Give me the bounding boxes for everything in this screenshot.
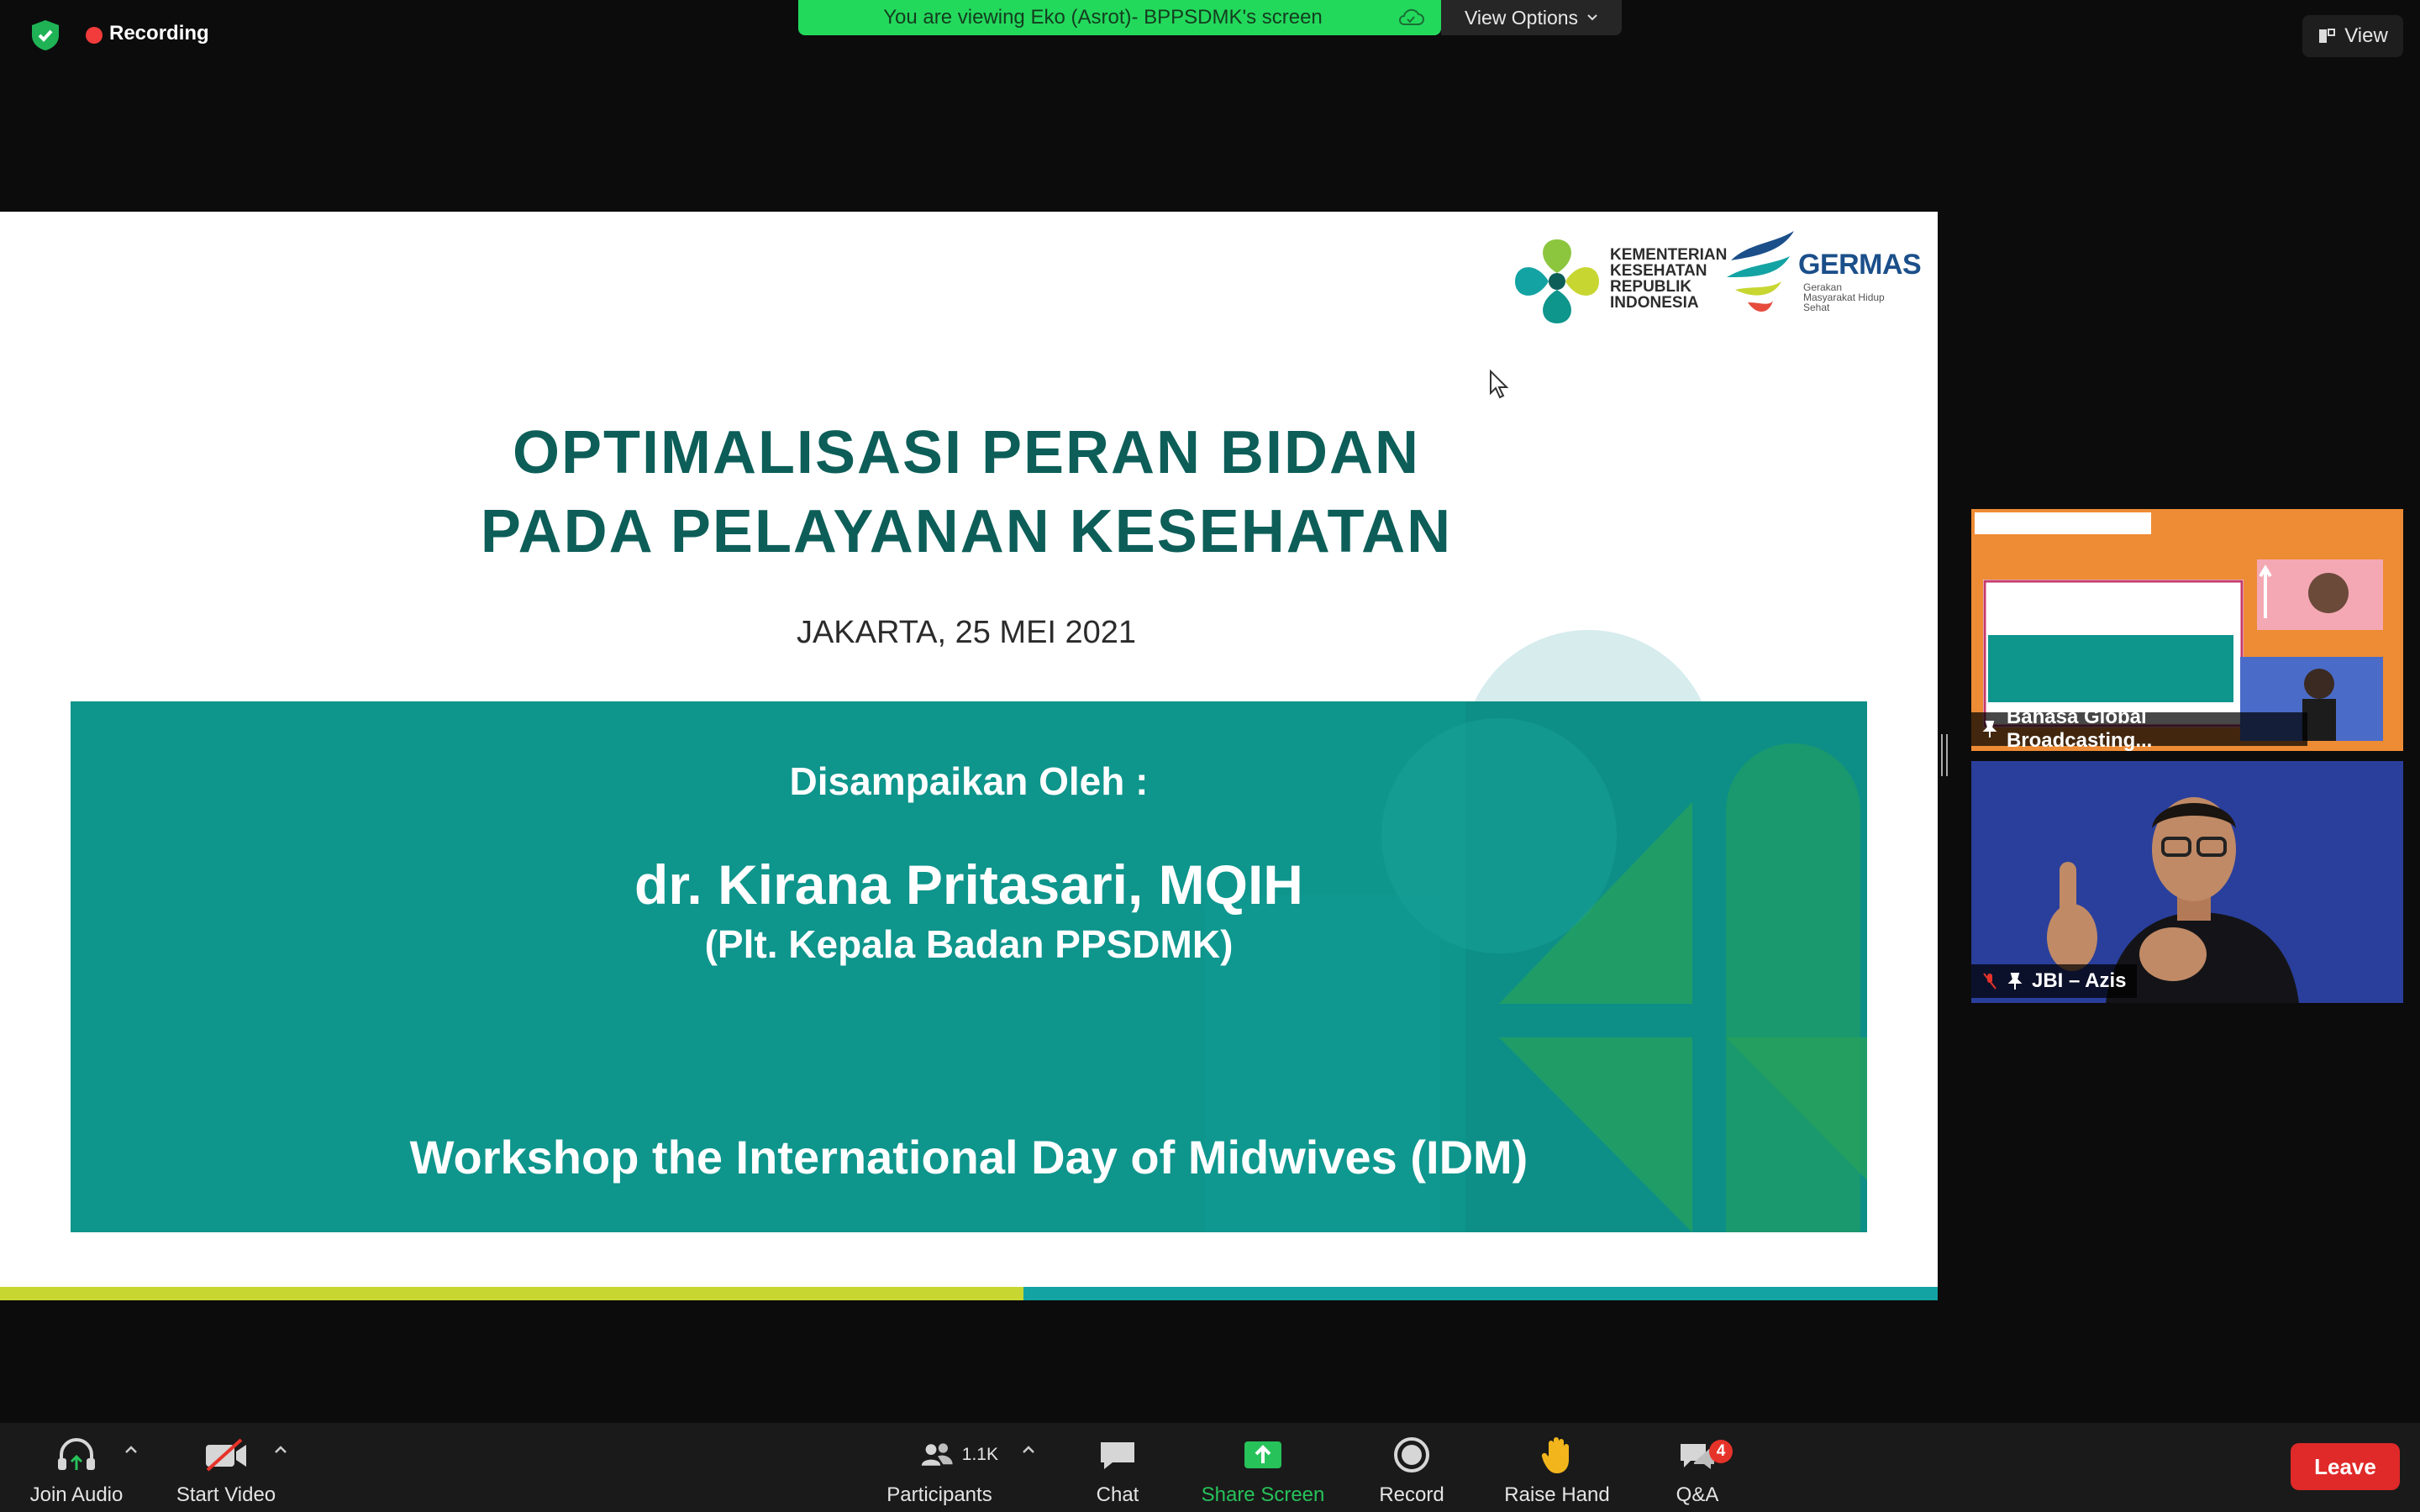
join-audio-label: Join Audio (29, 1483, 124, 1506)
participant-video-tile[interactable]: Bahasa Global Broadcasting... (1971, 509, 2403, 751)
participant-name: Bahasa Global Broadcasting... (2006, 706, 2153, 751)
participants-icon (921, 1443, 953, 1466)
participants-button[interactable]: 1.1K Participants (874, 1423, 1005, 1512)
presented-by-label: Disampaikan Oleh : (789, 759, 1149, 803)
slide-footer-bar-yellow (0, 1287, 1023, 1300)
slide-title: OPTIMALISASI PERAN BIDAN PADA PELAYANAN … (0, 413, 1933, 571)
participant-video-tile[interactable]: JBI – Azis (1971, 761, 2403, 1003)
speaker-name: dr. Kirana Pritasari, MQIH (634, 853, 1303, 916)
video-camera-off-icon (206, 1438, 246, 1472)
chat-bubble-icon (1101, 1442, 1134, 1469)
ministry-of-health-logo (1515, 239, 1599, 323)
qa-label: Q&A (1676, 1483, 1719, 1506)
germas-logo-text: GERMAS (1798, 249, 1922, 281)
germas-subtitle: Gerakan Masyarakat Hidup Sehat (1803, 281, 1885, 313)
share-screen-button[interactable]: Share Screen (1193, 1423, 1333, 1512)
start-video-label: Start Video (176, 1483, 276, 1506)
participant-name-tag: Bahasa Global Broadcasting... (1971, 706, 2307, 751)
viewing-screen-banner: You are viewing Eko (Asrot)- BPPSDMK's s… (798, 0, 1441, 35)
participant-name-tag: JBI – Azis (1971, 964, 2137, 998)
view-layout-button[interactable]: View (2302, 15, 2403, 57)
raise-hand-button[interactable]: Raise Hand (1494, 1423, 1620, 1512)
security-shield-icon[interactable] (25, 18, 66, 52)
chat-button[interactable]: Chat (1084, 1423, 1151, 1512)
event-title: Workshop the International Day of Midwiv… (409, 1131, 1528, 1184)
pin-icon (1982, 721, 1997, 738)
germas-logo-icon (1727, 231, 1794, 312)
participants-label: Participants (886, 1483, 992, 1506)
raise-hand-icon (1541, 1437, 1569, 1473)
chevron-down-icon (1587, 14, 1597, 21)
raise-hand-label: Raise Hand (1504, 1483, 1610, 1506)
recording-dot-icon (86, 27, 103, 44)
participants-options-chevron-up-icon[interactable] (1018, 1440, 1039, 1460)
record-icon (1394, 1437, 1429, 1473)
layout-icon (2319, 29, 2336, 43)
share-screen-label: Share Screen (1201, 1483, 1325, 1506)
slide-footer-bar-teal (1023, 1287, 1938, 1300)
mouse-cursor-icon (1489, 369, 1511, 400)
slide-title-line2: PADA PELAYANAN KESEHATAN (480, 498, 1453, 565)
chat-label: Chat (1096, 1483, 1139, 1506)
muted-mic-icon (1983, 973, 1996, 990)
speaker-role: (Plt. Kepala Badan PPSDMK) (704, 922, 1234, 966)
cloud-recording-icon (1399, 8, 1424, 25)
participant-name: JBI – Azis (2032, 969, 2127, 992)
participants-count: 1.1K (961, 1445, 998, 1464)
panel-resize-handle[interactable] (1941, 734, 1948, 776)
pin-icon (2007, 973, 2023, 990)
shared-screen-slide: KEMENTERIAN KESEHATAN REPUBLIK INDONESIA… (0, 212, 1938, 1300)
qa-notification-badge: 4 (1709, 1440, 1733, 1463)
record-label: Record (1379, 1483, 1444, 1506)
record-button[interactable]: Record (1370, 1423, 1454, 1512)
meeting-toolbar: Join Audio Start Video 1.1K Participants (0, 1423, 2420, 1512)
join-audio-button[interactable]: Join Audio (18, 1423, 134, 1512)
headphones-icon (58, 1438, 95, 1470)
share-screen-icon (1244, 1441, 1281, 1468)
leave-meeting-button[interactable]: Leave (2291, 1443, 2400, 1490)
presenter-panel: Disampaikan Oleh : dr. Kirana Pritasari,… (71, 701, 1867, 1232)
audio-options-chevron-up-icon[interactable] (121, 1440, 141, 1460)
view-label: View (2344, 24, 2388, 47)
top-bar: Recording You are viewing Eko (Asrot)- B… (0, 0, 2420, 71)
start-video-button[interactable]: Start Video (166, 1423, 286, 1512)
view-options-label: View Options (1464, 6, 1579, 29)
video-options-chevron-up-icon[interactable] (271, 1440, 291, 1460)
ministry-logo-text: KEMENTERIAN KESEHATAN REPUBLIK INDONESIA (1610, 246, 1728, 312)
qa-button[interactable]: 4 Q&A (1664, 1423, 1733, 1512)
slide-title-line1: OPTIMALISASI PERAN BIDAN (512, 419, 1421, 486)
recording-label: Recording (109, 22, 209, 45)
view-options-button[interactable]: View Options (1441, 0, 1622, 35)
